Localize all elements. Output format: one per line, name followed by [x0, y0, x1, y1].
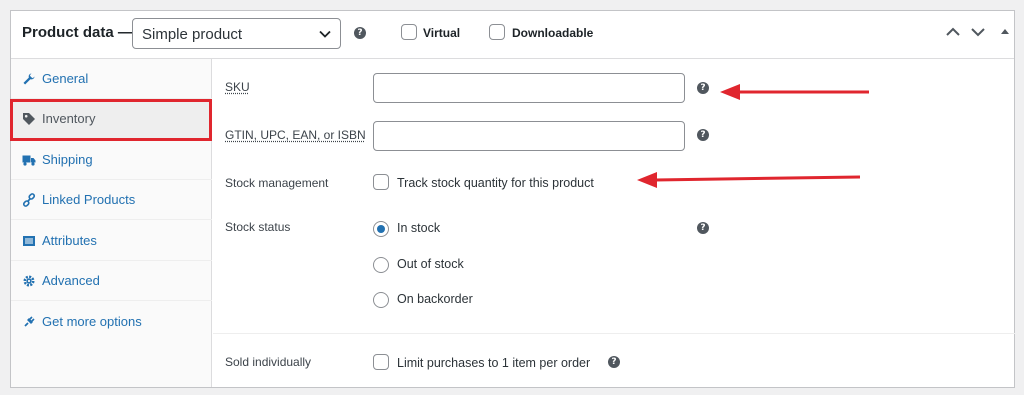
sku-annotation-arrow [720, 84, 869, 100]
stock-annotation-arrow [637, 172, 861, 188]
annotation-arrows [637, 84, 869, 188]
